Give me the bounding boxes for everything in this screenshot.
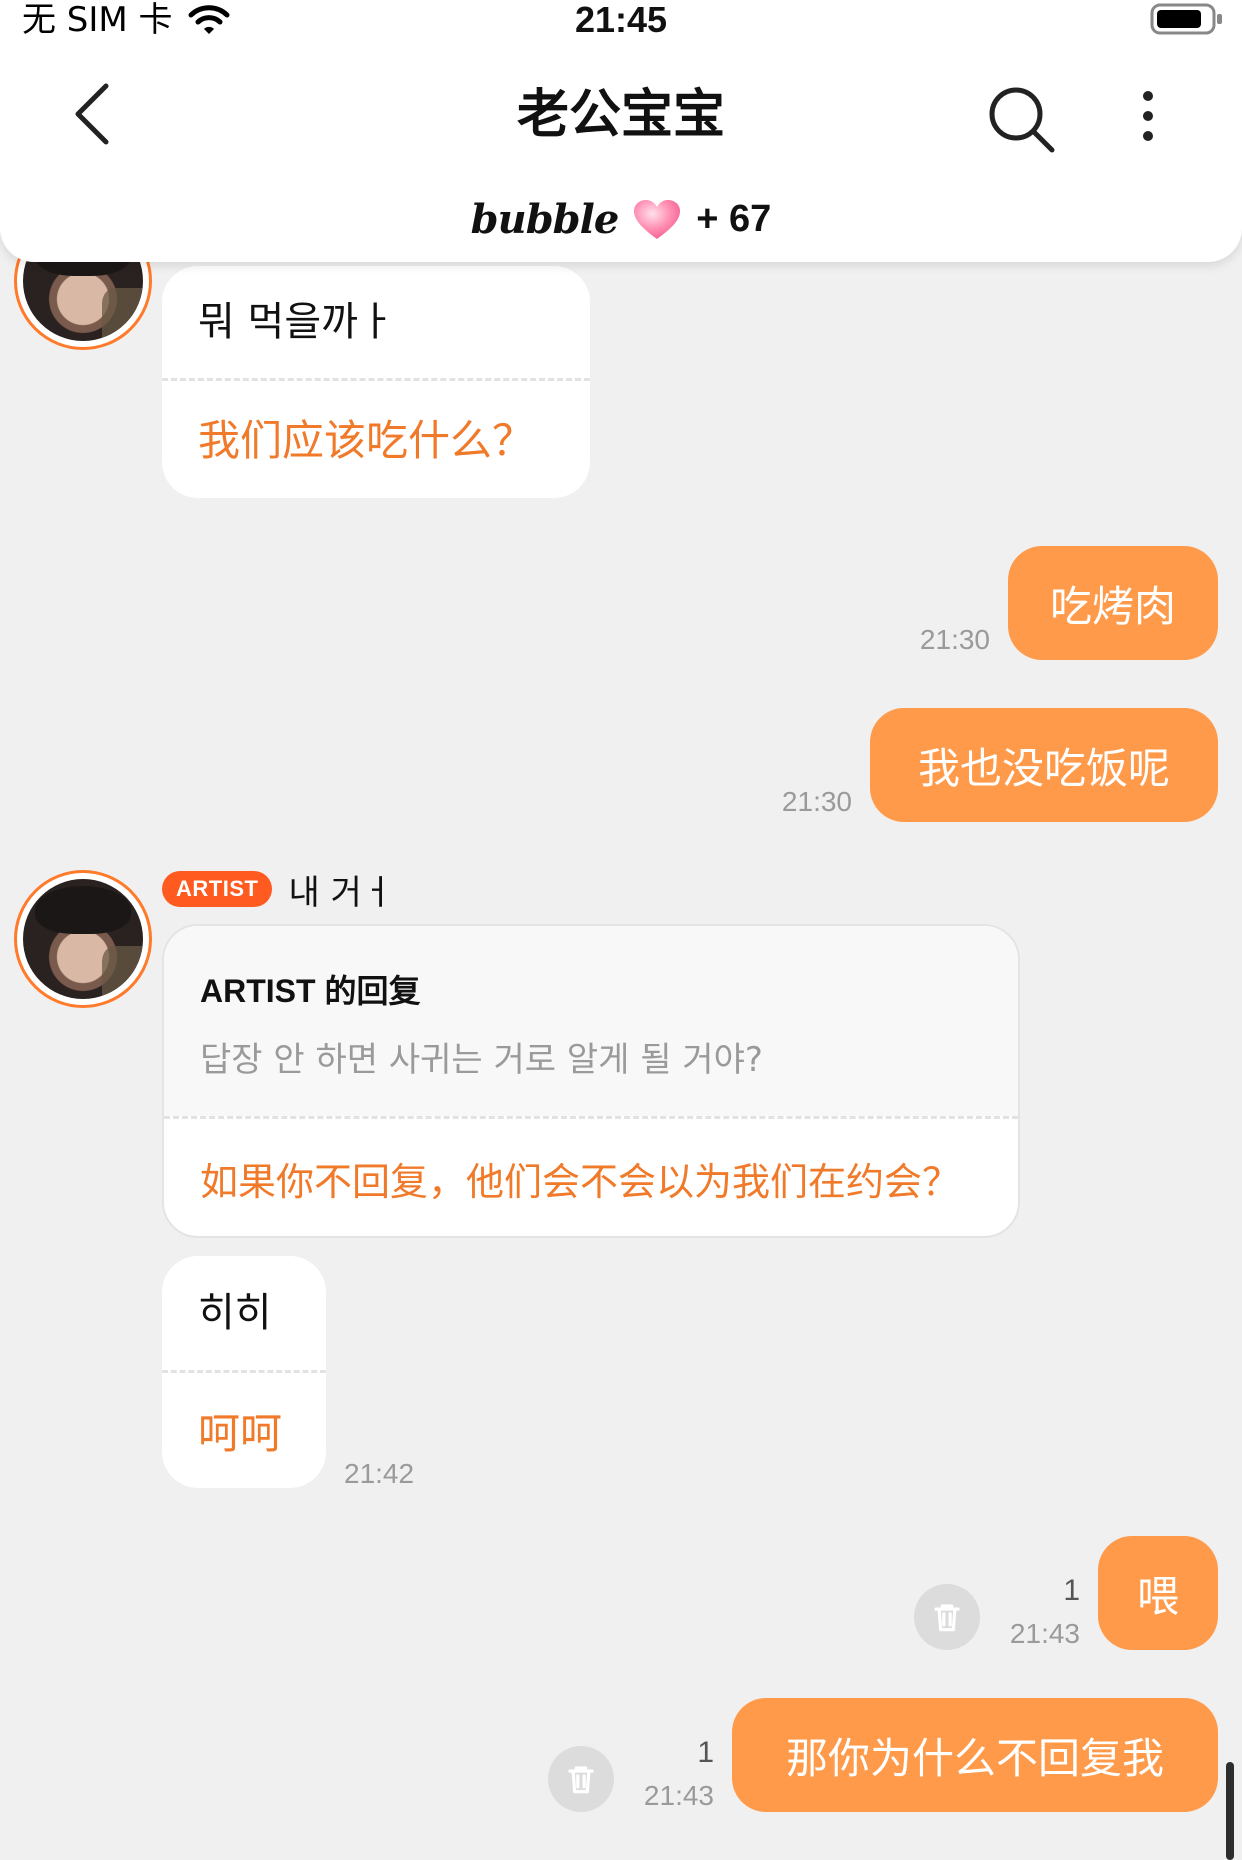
message-time: 21:43 [1009, 1618, 1080, 1649]
translated-text: 如果你不回复，他们会不会以为我们在约会？ [200, 1159, 961, 1204]
message-time: 21:30 [919, 624, 990, 655]
unread-count: 1 [697, 1736, 714, 1769]
message-time: 21:30 [781, 786, 852, 817]
more-options-button[interactable] [1120, 86, 1176, 146]
outgoing-message-bubble[interactable]: 吃烤肉 [1008, 546, 1218, 660]
original-text: 히히 [198, 1290, 272, 1336]
bubble-status-bar[interactable]: bubble + 67 [0, 196, 1242, 243]
delete-button[interactable] [548, 1746, 614, 1812]
original-text: 뭐 먹을까ㅏ [198, 299, 395, 345]
search-button[interactable] [982, 80, 1062, 160]
artist-badge: ARTIST [162, 871, 273, 907]
bubble-logo: bubble [470, 196, 620, 243]
artist-name: 내 거ㅓ [288, 872, 394, 913]
outgoing-message-bubble[interactable]: 那你为什么不回复我 [732, 1698, 1218, 1812]
scrollbar[interactable] [1226, 1762, 1234, 1860]
incoming-message-bubble[interactable]: 히히 呵呵 [162, 1256, 326, 1488]
reply-quoted-text: 답장 안 하면 사귀는 거로 알게 될 거야? [200, 1040, 763, 1080]
reply-label: ARTIST 的回复 [200, 973, 421, 1009]
status-bar: 无 SIM 卡 21:45 [0, 0, 1242, 50]
artist-header: ARTIST 내 거ㅓ [162, 866, 394, 913]
outgoing-message-bubble[interactable]: 我也没吃饭呢 [870, 708, 1218, 822]
message-time: 21:43 [643, 1780, 714, 1811]
unread-count: 1 [1063, 1574, 1080, 1607]
header: 无 SIM 卡 21:45 老公宝宝 bubble + 67 [0, 0, 1242, 262]
translated-text: 呵呵 [198, 1408, 283, 1458]
battery-icon [1150, 3, 1222, 35]
translated-text: 我们应该吃什么？ [198, 415, 535, 465]
search-icon [989, 87, 1055, 153]
incoming-message-bubble[interactable]: 뭐 먹을까ㅏ 我们应该吃什么？ [162, 266, 590, 498]
chat-area[interactable]: 뭐 먹을까ㅏ 我们应该吃什么？ 21:30 吃烤肉 21:30 我也没吃饭呢 A… [0, 0, 1242, 1860]
trash-icon [934, 1604, 960, 1632]
more-vertical-icon [1143, 91, 1153, 141]
message-time: 21:42 [344, 1458, 415, 1489]
artist-avatar[interactable] [14, 870, 152, 1008]
outgoing-message-bubble[interactable]: 喂 [1098, 1536, 1218, 1650]
reply-quote-area: ARTIST 的回复 답장 안 하면 사귀는 거로 알게 될 거야? [164, 926, 1018, 1116]
status-time: 21:45 [574, 0, 668, 40]
delete-button[interactable] [914, 1584, 980, 1650]
reply-message-card[interactable]: ARTIST 的回复 답장 안 하면 사귀는 거로 알게 될 거야? 如果你不回… [162, 924, 1020, 1238]
bubble-count: + 67 [696, 198, 772, 240]
nav-bar: 老公宝宝 [0, 60, 1242, 170]
trash-icon [568, 1766, 594, 1794]
heart-icon [634, 199, 681, 239]
